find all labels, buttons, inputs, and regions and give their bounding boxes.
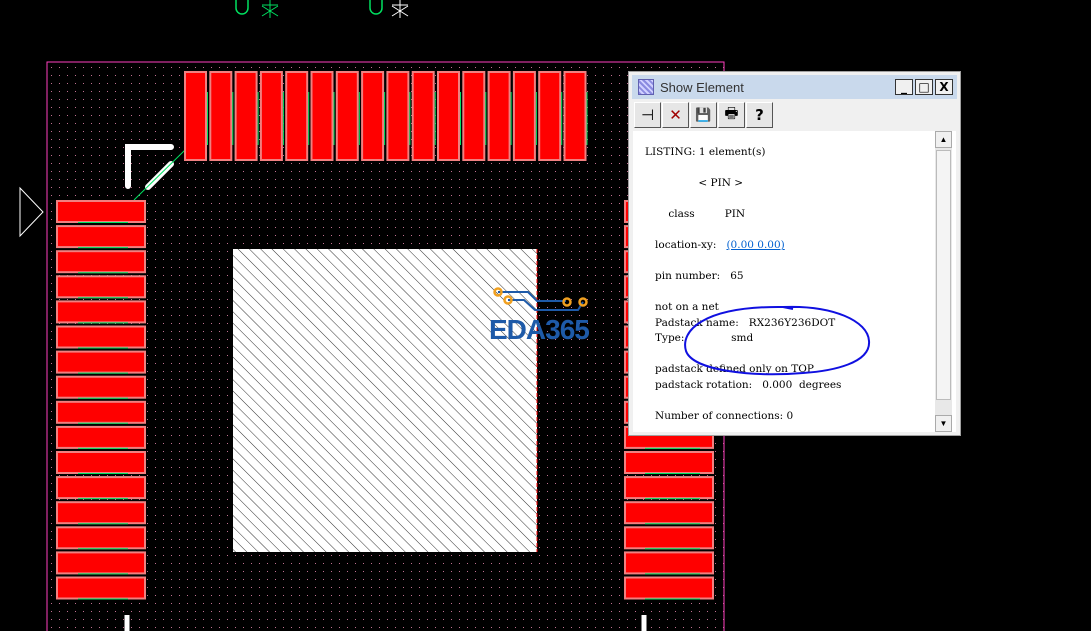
scroll-down-button[interactable]: ▼: [935, 415, 952, 432]
top-pad: [411, 71, 435, 161]
left-pad: [56, 476, 146, 500]
listing-count: LISTING: 1 element(s): [645, 146, 766, 158]
right-pad: [624, 526, 714, 550]
left-pad: [56, 325, 146, 349]
maximize-button[interactable]: □: [915, 79, 933, 95]
right-pad: [624, 451, 714, 474]
top-pad: [209, 71, 233, 161]
delete-button[interactable]: ✕: [662, 102, 689, 128]
left-pad: [56, 200, 146, 223]
right-pad: [624, 501, 714, 525]
pin-number-label: pin number:: [655, 270, 721, 282]
scroll-up-button[interactable]: ▲: [935, 131, 952, 148]
left-pad: [56, 576, 146, 600]
top-pad: [386, 71, 410, 161]
left-pad: [56, 526, 146, 550]
class-label: class: [668, 208, 695, 220]
right-pad: [624, 551, 714, 575]
left-pad: [56, 250, 146, 274]
dialog-titlebar[interactable]: Show Element _ □ X: [632, 75, 957, 99]
right-pad: [624, 476, 714, 500]
pin-number-value: 65: [730, 270, 744, 282]
connections-label: Number of connections:: [655, 409, 784, 422]
left-pad: [56, 375, 146, 399]
save-icon: 💾: [695, 107, 712, 123]
dialog-toolbar: ⊣ ✕ 💾 🖶 ?: [634, 102, 773, 129]
top-pad: [310, 71, 334, 161]
left-pad: [56, 425, 146, 449]
top-pad: [361, 71, 385, 161]
top-pad: [437, 71, 460, 161]
listing-panel: LISTING: 1 element(s) < PIN > class PIN …: [633, 131, 956, 432]
top-pad: [285, 71, 309, 161]
top-pad: [259, 71, 283, 161]
minimize-button[interactable]: _: [895, 79, 913, 95]
location-link[interactable]: (0.00 0.00): [726, 239, 784, 251]
left-pad: [56, 300, 146, 324]
origin-marker: [235, 0, 383, 15]
hand-drawn-circle-annotation: [684, 305, 871, 376]
location-label: location-xy:: [655, 239, 717, 251]
right-pad: [624, 576, 714, 600]
left-pad: [56, 400, 146, 424]
type-label: Type:: [655, 332, 685, 344]
window-icon: [638, 79, 654, 95]
top-pad: [512, 71, 536, 161]
thermal-pad: [233, 249, 537, 552]
left-pad: [56, 275, 146, 299]
vertical-scrollbar[interactable]: ▲ ▼: [935, 131, 952, 432]
watermark-logo: EDA365: [489, 314, 590, 345]
top-pad: [335, 71, 359, 161]
help-icon: ?: [755, 106, 764, 124]
top-pad: [538, 71, 562, 161]
delete-icon: ✕: [669, 106, 682, 124]
left-pad: [56, 501, 146, 525]
pin-icon: ⊣: [640, 106, 655, 124]
asterisk-marker: [391, 0, 409, 18]
dialog-title: Show Element: [660, 79, 744, 95]
show-element-dialog: Show Element _ □ X ⊣ ✕ 💾 🖶 ? LISTING: 1 …: [628, 71, 961, 436]
class-value: PIN: [724, 208, 746, 220]
connections-value: 0: [786, 409, 794, 422]
print-button[interactable]: 🖶: [718, 102, 745, 128]
asterisk-marker: [261, 0, 279, 18]
pin-button[interactable]: ⊣: [634, 102, 661, 128]
listing-text: LISTING: 1 element(s) < PIN > class PIN …: [645, 145, 841, 424]
top-pad: [234, 71, 258, 161]
pin1-indicator-triangle: [19, 186, 44, 238]
top-pad: [487, 71, 511, 161]
scroll-thumb[interactable]: [936, 150, 951, 400]
print-icon: 🖶: [724, 103, 739, 122]
element-type: < PIN >: [698, 177, 744, 189]
help-button[interactable]: ?: [746, 102, 773, 128]
top-pad: [462, 71, 486, 161]
save-button[interactable]: 💾: [690, 102, 717, 128]
close-button[interactable]: X: [935, 79, 953, 95]
left-pad: [56, 225, 146, 249]
left-pad: [56, 451, 146, 474]
top-pad: [563, 71, 587, 161]
left-pad: [56, 350, 146, 374]
left-pad: [56, 551, 146, 575]
top-pad: [184, 71, 207, 161]
